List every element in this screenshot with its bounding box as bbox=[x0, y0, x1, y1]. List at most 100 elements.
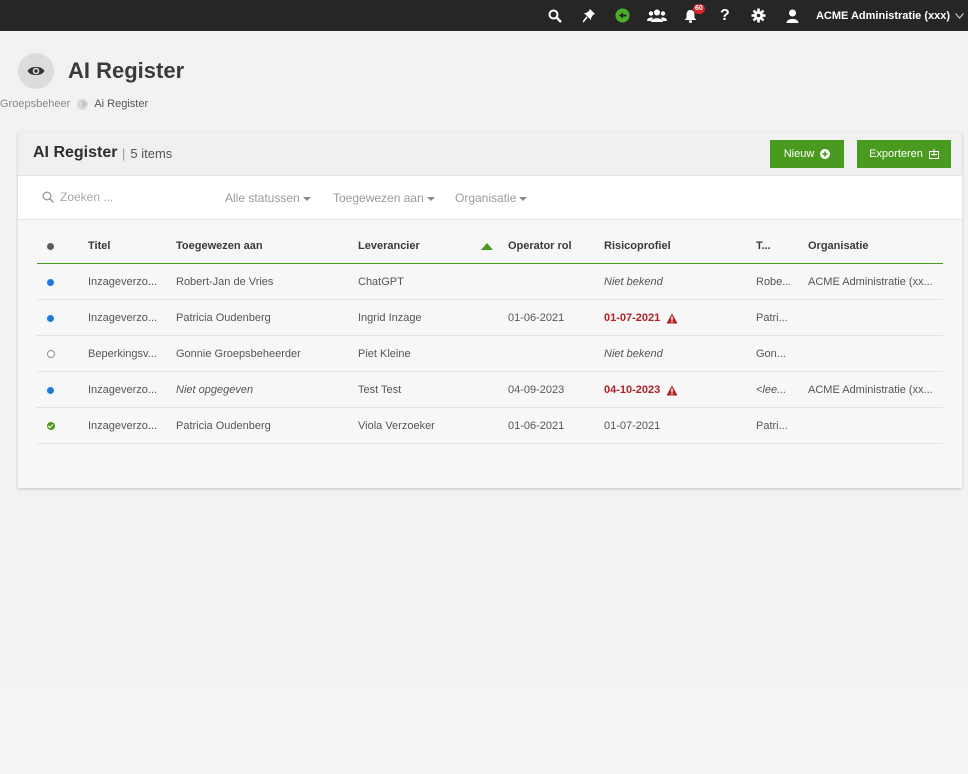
operator-cell bbox=[508, 336, 598, 372]
page-background-lower bbox=[0, 688, 968, 774]
new-button[interactable]: Nieuw bbox=[770, 140, 844, 168]
breadcrumb-groepsbeheer[interactable]: Groepsbeheer bbox=[0, 98, 70, 110]
help-icon[interactable]: ? bbox=[708, 0, 742, 31]
logo-icon[interactable] bbox=[606, 0, 640, 31]
table-row[interactable]: Inzageverzo... Patricia Oudenberg Viola Ve… bbox=[37, 408, 943, 444]
gear-icon[interactable] bbox=[742, 0, 776, 31]
supplier-cell: ChatGPT bbox=[358, 276, 404, 288]
search-box bbox=[42, 190, 180, 204]
caret-down-icon bbox=[426, 197, 435, 201]
titel-cell: Inzageverzo... bbox=[88, 420, 158, 432]
item-count-text: 5 items bbox=[130, 146, 173, 161]
risk-profile-cell: Niet bekend bbox=[604, 276, 663, 288]
column-header-leverancier[interactable]: Leverancier bbox=[358, 228, 478, 264]
item-count: | 5 items bbox=[122, 146, 173, 161]
status-cell bbox=[47, 372, 59, 408]
organisation-cell: ACME Administratie (xx... bbox=[808, 276, 933, 288]
status-dot-icon bbox=[47, 242, 54, 250]
status-dot-icon bbox=[47, 278, 54, 286]
table-header: Titel Toegewezen aan Leverancier Operato… bbox=[37, 228, 943, 264]
register-table: Titel Toegewezen aan Leverancier Operato… bbox=[37, 228, 943, 444]
search-icon bbox=[42, 191, 54, 203]
bell-icon[interactable]: 60 bbox=[674, 0, 708, 31]
supplier-cell: Viola Verzoeker bbox=[358, 420, 435, 432]
status-filter-dropdown[interactable]: Alle statussen bbox=[225, 191, 311, 205]
status-check-icon bbox=[47, 422, 55, 430]
user-icon[interactable] bbox=[776, 0, 810, 31]
sort-ascending-icon[interactable] bbox=[481, 228, 495, 264]
column-header-operator[interactable]: Operator rol bbox=[508, 228, 598, 264]
column-header-t[interactable]: T... bbox=[756, 228, 790, 264]
operator-cell: 01-06-2021 bbox=[508, 420, 565, 432]
status-cell bbox=[47, 264, 59, 300]
search-icon[interactable] bbox=[538, 0, 572, 31]
supplier-cell: Test Test bbox=[358, 384, 402, 396]
filter-bar: Alle statussen Toegewezen aan Organisati… bbox=[18, 176, 962, 220]
notification-count-badge: 60 bbox=[692, 4, 705, 14]
status-cell bbox=[47, 300, 59, 336]
risk-date: 04-10-2023 bbox=[604, 384, 661, 396]
plus-circle-icon bbox=[820, 149, 831, 159]
export-button[interactable]: Exporteren bbox=[857, 140, 951, 168]
risk-profile-cell: Niet bekend bbox=[604, 348, 663, 360]
risk-date: 01-07-2021 bbox=[604, 312, 661, 324]
column-header-risico[interactable]: Risicoprofiel bbox=[604, 228, 744, 264]
warning-icon bbox=[666, 313, 678, 323]
status-column-header[interactable] bbox=[47, 228, 59, 264]
risk-profile-cell: 01-07-2021 bbox=[604, 300, 744, 336]
table-row[interactable]: Inzageverzo... Robert-Jan de Vries ChatGPT… bbox=[37, 264, 943, 300]
t-cell: Robe... bbox=[756, 276, 790, 288]
t-cell: Patri... bbox=[756, 312, 788, 324]
panel-title: AI Register bbox=[33, 144, 118, 161]
panel-header: AI Register | 5 items Nieuw Exporteren bbox=[18, 132, 962, 176]
users-icon[interactable] bbox=[640, 0, 674, 31]
breadcrumb: Groepsbeheer Ai Register bbox=[0, 98, 148, 110]
table-row[interactable]: Inzageverzo... Patricia Oudenberg Ingrid I… bbox=[37, 300, 943, 336]
assigned-filter-label: Toegewezen aan bbox=[333, 191, 424, 205]
status-dot-icon bbox=[47, 314, 54, 322]
page-title: AI Register bbox=[68, 58, 185, 83]
operator-cell: 01-06-2021 bbox=[508, 312, 565, 324]
account-menu[interactable]: ACME Administratie (xxx) bbox=[816, 10, 964, 22]
organisation-filter-dropdown[interactable]: Organisatie bbox=[455, 191, 528, 205]
risk-profile-cell: 04-10-2023 bbox=[604, 372, 744, 408]
status-dot-icon bbox=[47, 386, 54, 394]
column-header-titel[interactable]: Titel bbox=[88, 228, 168, 264]
export-icon bbox=[928, 149, 939, 159]
operator-cell: 04-09-2023 bbox=[508, 384, 565, 396]
assigned-cell: Robert-Jan de Vries bbox=[176, 276, 274, 288]
top-navigation-bar: 60 ? ACME Administratie (xxx) bbox=[0, 0, 968, 31]
table-row[interactable]: Beperkingsv... Gonnie Groepsbeheerder Piet… bbox=[37, 336, 943, 372]
supplier-cell: Ingrid Inzage bbox=[358, 312, 422, 324]
titel-cell: Inzageverzo... bbox=[88, 312, 158, 324]
table-row[interactable]: Inzageverzo... Niet opgegeven Test Test 04-… bbox=[37, 372, 943, 408]
organisation-cell bbox=[808, 300, 938, 336]
organisation-cell: ACME Administratie (xx... bbox=[808, 384, 933, 396]
titel-cell: Inzageverzo... bbox=[88, 276, 158, 288]
column-header-toegewezen[interactable]: Toegewezen aan bbox=[176, 228, 346, 264]
status-filter-label: Alle statussen bbox=[225, 191, 300, 205]
assigned-cell: Gonnie Groepsbeheerder bbox=[176, 348, 301, 360]
risk-profile-cell: 01-07-2021 bbox=[604, 420, 661, 432]
caret-down-icon bbox=[519, 197, 528, 201]
assigned-filter-dropdown[interactable]: Toegewezen aan bbox=[333, 191, 435, 205]
assigned-cell: Patricia Oudenberg bbox=[176, 312, 271, 324]
account-name: ACME Administratie (xxx) bbox=[815, 9, 950, 22]
chevron-down-icon bbox=[955, 12, 964, 19]
export-button-label: Exporteren bbox=[869, 148, 923, 160]
assigned-cell: Niet opgegeven bbox=[176, 384, 254, 396]
table-body: Inzageverzo... Robert-Jan de Vries ChatGPT… bbox=[37, 264, 943, 444]
pin-icon[interactable] bbox=[572, 0, 606, 31]
operator-cell bbox=[508, 264, 598, 300]
status-empty-dot-icon bbox=[47, 350, 55, 358]
warning-icon bbox=[666, 385, 678, 395]
t-cell: <lee... bbox=[756, 384, 787, 396]
search-input[interactable] bbox=[60, 190, 180, 204]
breadcrumb-separator-icon bbox=[77, 98, 89, 110]
t-cell: Patri... bbox=[756, 420, 788, 432]
new-button-label: Nieuw bbox=[783, 148, 815, 160]
titel-cell: Beperkingsv... bbox=[88, 348, 157, 360]
t-cell: Gon... bbox=[756, 348, 786, 360]
column-header-organisatie[interactable]: Organisatie bbox=[808, 228, 938, 264]
caret-down-icon bbox=[302, 197, 311, 201]
